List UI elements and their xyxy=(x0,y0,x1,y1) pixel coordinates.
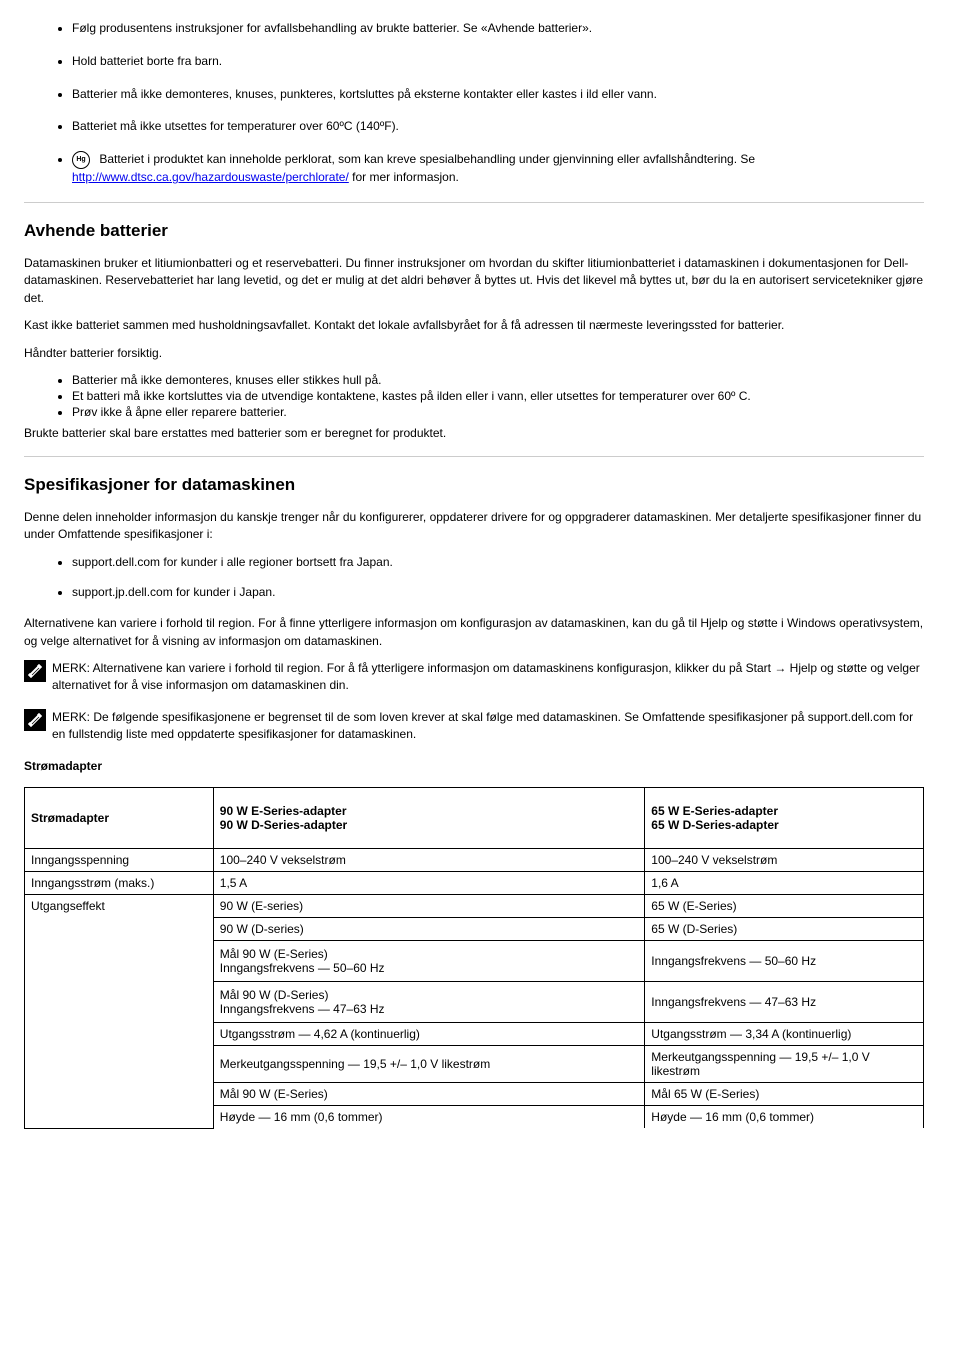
list-item: support.dell.com for kunder i alle regio… xyxy=(72,554,924,571)
text: Mål 90 W (D-Series) xyxy=(220,988,329,1002)
table-header-row: Strømadapter 90 W E-Series-adapter 90 W … xyxy=(25,788,924,849)
td: 65 W (D-Series) xyxy=(645,918,924,941)
text: Batterier må ikke demonteres, knuses ell… xyxy=(72,373,381,387)
text: 90 W E-Series-adapter xyxy=(220,804,347,818)
text: support.dell.com for kunder i alle regio… xyxy=(72,555,393,569)
text: ». xyxy=(582,21,592,35)
text: 90 W D-Series-adapter xyxy=(220,818,347,832)
td: Merkeutgangsspenning — 19,5 +/– 1,0 V li… xyxy=(213,1046,645,1083)
list-item: Et batteri må ikke kortsluttes via de ut… xyxy=(72,388,924,404)
note-icon xyxy=(24,660,46,682)
td: Mål 90 W (D-Series) Inngangsfrekvens — 4… xyxy=(213,982,645,1023)
text: Inngangsfrekvens — 50–60 Hz xyxy=(220,961,385,975)
table-row: Inngangsstrøm (maks.) 1,5 A 1,6 A xyxy=(25,872,924,895)
list-item: Batterier må ikke demonteres, knuses ell… xyxy=(72,372,924,388)
td: Inngangsfrekvens — 47–63 Hz xyxy=(645,982,924,1023)
td: Mål 90 W (E-Series) xyxy=(213,1083,645,1106)
td: Mål 65 W (E-Series) xyxy=(645,1083,924,1106)
list-item: Batterier må ikke demonteres, knuses, pu… xyxy=(72,86,924,103)
table-heading: Strømadapter xyxy=(24,758,924,775)
perchlorate-link[interactable]: http://www.dtsc.ca.gov/hazardouswaste/pe… xyxy=(72,170,349,184)
td: Merkeutgangsspenning — 19,5 +/– 1,0 V li… xyxy=(645,1046,924,1083)
td: Utgangsstrøm — 3,34 A (kontinuerlig) xyxy=(645,1023,924,1046)
td: Høyde — 16 mm (0,6 tommer) xyxy=(213,1106,645,1129)
list-item: Hg Batteriet i produktet kan inneholde p… xyxy=(72,151,924,186)
text: Batterier må ikke demonteres, knuses, pu… xyxy=(72,87,657,101)
text: « xyxy=(481,21,488,35)
text: 65 W D-Series-adapter xyxy=(651,818,778,832)
list-item: Batteriet må ikke utsettes for temperatu… xyxy=(72,118,924,135)
text: support.jp.dell.com for kunder i Japan. xyxy=(72,585,275,599)
divider xyxy=(24,202,924,203)
text: 65 W E-Series-adapter xyxy=(651,804,778,818)
td: Utgangseffekt xyxy=(25,895,214,1129)
text: Følg produsentens instruksjoner for avfa… xyxy=(72,21,481,35)
table-row: Utgangseffekt 90 W (E-series) 65 W (E-Se… xyxy=(25,895,924,918)
safety-list: Følg produsentens instruksjoner for avfa… xyxy=(24,20,924,186)
heading-computer-specs: Spesifikasjoner for datamaskinen xyxy=(24,475,924,495)
support-list: support.dell.com for kunder i alle regio… xyxy=(24,554,924,602)
paragraph: Kast ikke batteriet sammen med husholdni… xyxy=(24,317,924,334)
paragraph: Håndter batterier forsiktig. xyxy=(24,345,924,362)
paragraph: Brukte batterier skal bare erstattes med… xyxy=(24,425,924,442)
text: Prøv ikke å åpne eller reparere batterie… xyxy=(72,405,287,419)
note-text: MERK: Alternativene kan variere i forhol… xyxy=(52,660,924,695)
text: Hold batteriet borte fra barn. xyxy=(72,54,222,68)
link-text: Avhende batterier xyxy=(488,21,583,35)
td: Høyde — 16 mm (0,6 tommer) xyxy=(645,1106,924,1129)
note-text: MERK: De følgende spesifikasjonene er be… xyxy=(52,709,924,744)
td: 90 W (D-series) xyxy=(213,918,645,941)
td: Mål 90 W (E-Series) Inngangsfrekvens — 5… xyxy=(213,941,645,982)
td: 100–240 V vekselstrøm xyxy=(213,849,645,872)
table-row: Inngangsspenning 100–240 V vekselstrøm 1… xyxy=(25,849,924,872)
note-block: MERK: De følgende spesifikasjonene er be… xyxy=(24,709,924,744)
heading-battery-disposal: Avhende batterier xyxy=(24,221,924,241)
text: Strømadapter xyxy=(24,759,102,773)
td: 90 W (E-series) xyxy=(213,895,645,918)
text: for mer informasjon. xyxy=(349,170,459,184)
divider xyxy=(24,456,924,457)
list-item: Prøv ikke å åpne eller reparere batterie… xyxy=(72,404,924,420)
list-item: Hold batteriet borte fra barn. xyxy=(72,53,924,70)
disposal-sublist: Batterier må ikke demonteres, knuses ell… xyxy=(24,372,924,421)
paragraph: Datamaskinen bruker et litiumionbatteri … xyxy=(24,255,924,307)
text: Batteriet i produktet kan inneholde perk… xyxy=(96,152,755,166)
td: 1,5 A xyxy=(213,872,645,895)
note-block: MERK: Alternativene kan variere i forhol… xyxy=(24,660,924,695)
td: 1,6 A xyxy=(645,872,924,895)
list-item: Følg produsentens instruksjoner for avfa… xyxy=(72,20,924,37)
ac-adapter-table: Strømadapter 90 W E-Series-adapter 90 W … xyxy=(24,787,924,1129)
paragraph: Alternativene kan variere i forhold til … xyxy=(24,615,924,650)
list-item: support.jp.dell.com for kunder i Japan. xyxy=(72,584,924,601)
th: 90 W E-Series-adapter 90 W D-Series-adap… xyxy=(213,788,645,849)
td: Inngangsfrekvens — 50–60 Hz xyxy=(645,941,924,982)
text: Et batteri må ikke kortsluttes via de ut… xyxy=(72,389,751,403)
paragraph: Denne delen inneholder informasjon du ka… xyxy=(24,509,924,544)
note-icon xyxy=(24,709,46,731)
td: 100–240 V vekselstrøm xyxy=(645,849,924,872)
text: Mål 90 W (E-Series) xyxy=(220,947,328,961)
hg-icon: Hg xyxy=(72,151,90,169)
td: Inngangsspenning xyxy=(25,849,214,872)
text: Inngangsfrekvens — 47–63 Hz xyxy=(220,1002,385,1016)
td: Inngangsstrøm (maks.) xyxy=(25,872,214,895)
td: Utgangsstrøm — 4,62 A (kontinuerlig) xyxy=(213,1023,645,1046)
td: 65 W (E-Series) xyxy=(645,895,924,918)
th: Strømadapter xyxy=(25,788,214,849)
text: Batteriet må ikke utsettes for temperatu… xyxy=(72,119,399,133)
th: 65 W E-Series-adapter 65 W D-Series-adap… xyxy=(645,788,924,849)
